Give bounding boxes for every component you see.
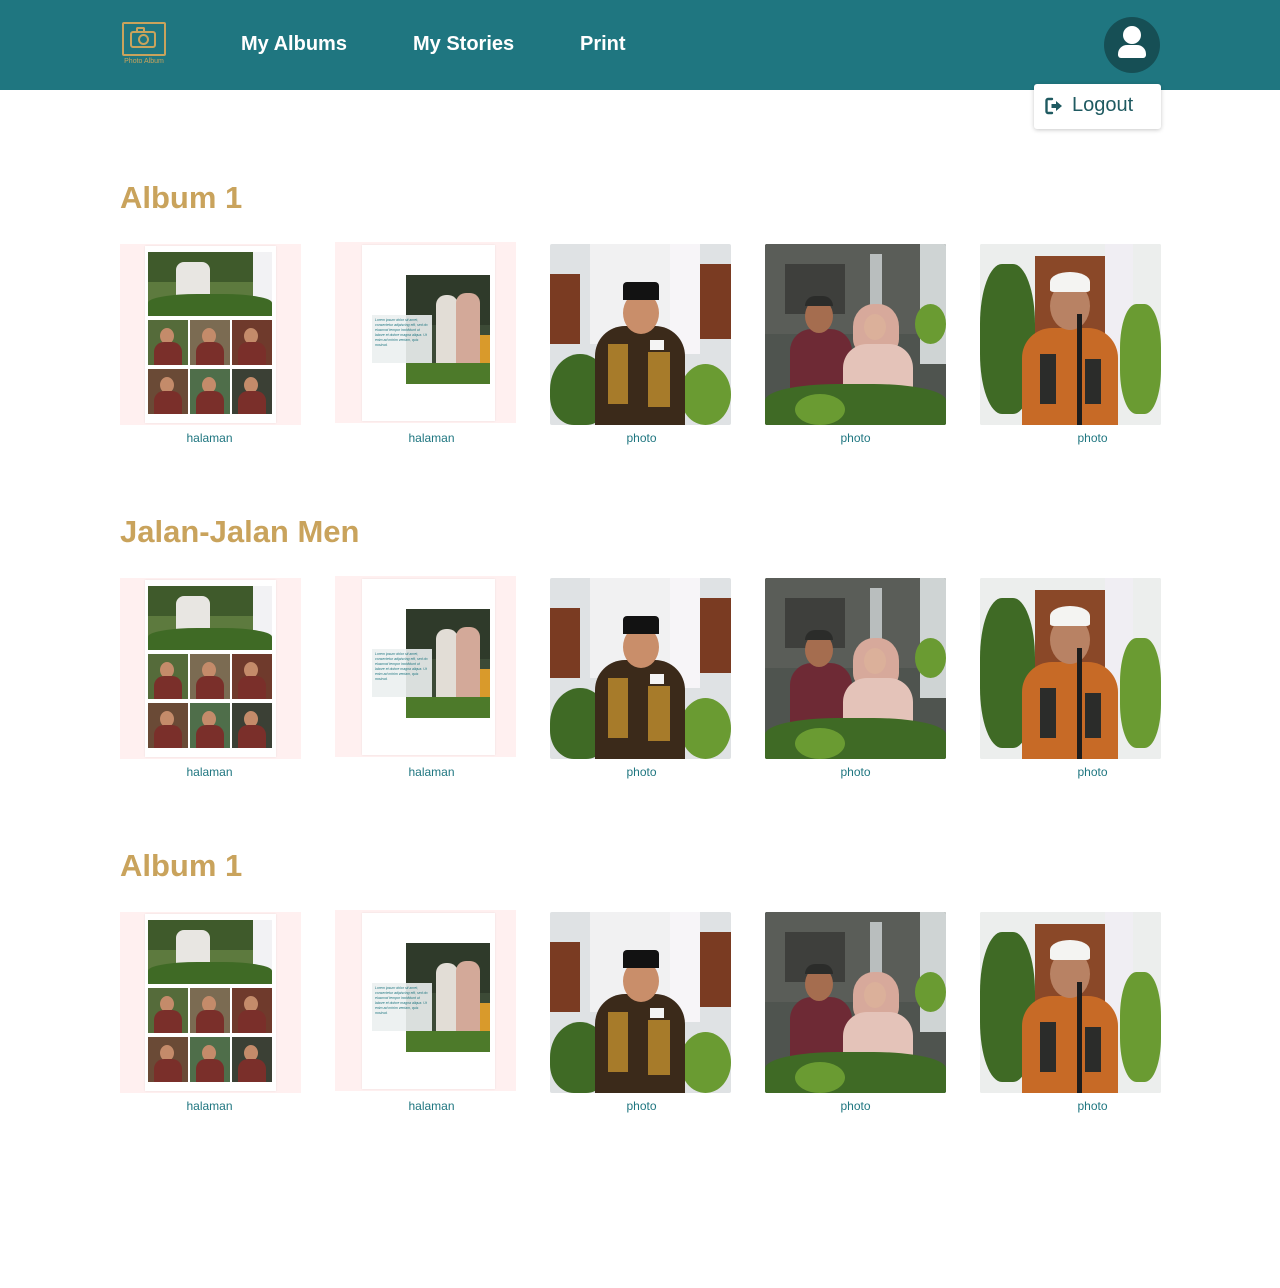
collage-photo — [148, 654, 188, 699]
card-caption: photo — [1077, 765, 1108, 779]
collage-photo — [148, 988, 188, 1033]
album-page-card[interactable]: Lorem ipsum dolor sit amet, consectetur … — [335, 910, 516, 1113]
photo-scene — [550, 912, 731, 1093]
collage-photo — [148, 320, 188, 365]
card-caption: photo — [840, 1099, 871, 1113]
photo-scene — [550, 244, 731, 425]
card-caption: photo — [840, 765, 871, 779]
camera-lens-icon — [138, 34, 149, 45]
card-caption: photo — [626, 431, 657, 445]
logo-text: Photo Album — [124, 58, 164, 65]
photo-scene — [765, 578, 946, 759]
album-photo-card[interactable]: photo — [550, 578, 731, 779]
photo-scene — [980, 912, 1161, 1093]
collage-photo — [232, 988, 272, 1033]
collage-photo — [148, 586, 272, 650]
story-text: Lorem ipsum dolor sit amet, consectetur … — [372, 983, 432, 1031]
photo-scene — [550, 578, 731, 759]
collage-photo — [232, 369, 272, 414]
user-icon-body — [1118, 45, 1146, 58]
collage-photo — [190, 369, 230, 414]
photo-scene — [765, 244, 946, 425]
collage-photo — [148, 920, 272, 984]
page-sheet — [145, 580, 276, 757]
card-caption: halaman — [186, 1099, 233, 1113]
top-navbar: Photo Album My Albums My Stories Print — [0, 0, 1280, 90]
photo-album-logo[interactable]: Photo Album — [120, 22, 168, 68]
page-sheet: Lorem ipsum dolor sit amet, consectetur … — [362, 579, 495, 755]
page-sheet: Lorem ipsum dolor sit amet, consectetur … — [362, 913, 495, 1089]
card-caption: photo — [626, 1099, 657, 1113]
photo-thumbnail — [550, 578, 731, 759]
card-caption: halaman — [408, 1099, 455, 1113]
album-photo-card[interactable]: photo — [980, 244, 1161, 445]
collage-photo — [190, 988, 230, 1033]
album-photo-card[interactable]: photo — [980, 912, 1161, 1113]
story-text: Lorem ipsum dolor sit amet, consectetur … — [372, 649, 432, 697]
photo-thumbnail — [765, 912, 946, 1093]
page-sheet — [145, 914, 276, 1091]
card-caption: halaman — [408, 431, 455, 445]
card-caption: photo — [840, 431, 871, 445]
nav-my-albums[interactable]: My Albums — [241, 32, 347, 56]
photo-scene — [980, 244, 1161, 425]
card-caption: halaman — [186, 765, 233, 779]
collage-photo — [190, 703, 230, 748]
card-caption: photo — [626, 765, 657, 779]
collage-photo — [148, 369, 188, 414]
photo-thumbnail — [550, 912, 731, 1093]
collage-photo — [232, 654, 272, 699]
collage-photo — [148, 703, 188, 748]
sign-out-icon — [1045, 97, 1062, 115]
album-title: Album 1 — [120, 180, 243, 215]
logout-menu-item[interactable]: Logout — [1034, 84, 1161, 129]
card-caption: halaman — [408, 765, 455, 779]
photo-scene — [765, 912, 946, 1093]
album-page-card[interactable]: Lorem ipsum dolor sit amet, consectetur … — [335, 576, 516, 779]
album-page-card[interactable]: Lorem ipsum dolor sit amet, consectetur … — [335, 242, 516, 445]
card-caption: photo — [1077, 1099, 1108, 1113]
user-icon — [1123, 26, 1141, 44]
album-photo-card[interactable]: photo — [765, 578, 946, 779]
album-photo-card[interactable]: photo — [550, 244, 731, 445]
story-text: Lorem ipsum dolor sit amet, consectetur … — [372, 315, 432, 363]
collage-photo — [190, 1037, 230, 1082]
album-photo-card[interactable]: photo — [765, 244, 946, 445]
album-page-card[interactable]: halaman — [120, 912, 301, 1113]
collage-photo — [190, 654, 230, 699]
card-caption: photo — [1077, 431, 1108, 445]
album-title: Jalan-Jalan Men — [120, 514, 360, 549]
collage-photo — [232, 703, 272, 748]
collage-photo — [148, 1037, 188, 1082]
photo-thumbnail — [765, 244, 946, 425]
page-sheet: Lorem ipsum dolor sit amet, consectetur … — [362, 245, 495, 421]
photo-thumbnail — [980, 578, 1161, 759]
photo-thumbnail — [980, 912, 1161, 1093]
photo-thumbnail — [980, 244, 1161, 425]
album-photo-card[interactable]: photo — [980, 578, 1161, 779]
card-caption: halaman — [186, 431, 233, 445]
photo-scene — [980, 578, 1161, 759]
user-avatar-button[interactable] — [1104, 17, 1160, 73]
album-title: Album 1 — [120, 848, 243, 883]
photo-thumbnail — [550, 244, 731, 425]
collage-photo — [190, 320, 230, 365]
album-page-card[interactable]: halaman — [120, 578, 301, 779]
photo-thumbnail — [765, 578, 946, 759]
collage-photo — [232, 320, 272, 365]
logout-label: Logout — [1072, 94, 1134, 116]
album-photo-card[interactable]: photo — [550, 912, 731, 1113]
page-sheet — [145, 246, 276, 423]
album-page-card[interactable]: halaman — [120, 244, 301, 445]
nav-print[interactable]: Print — [580, 32, 626, 56]
collage-photo — [148, 252, 272, 316]
collage-photo — [232, 1037, 272, 1082]
nav-my-stories[interactable]: My Stories — [413, 32, 514, 56]
album-photo-card[interactable]: photo — [765, 912, 946, 1113]
